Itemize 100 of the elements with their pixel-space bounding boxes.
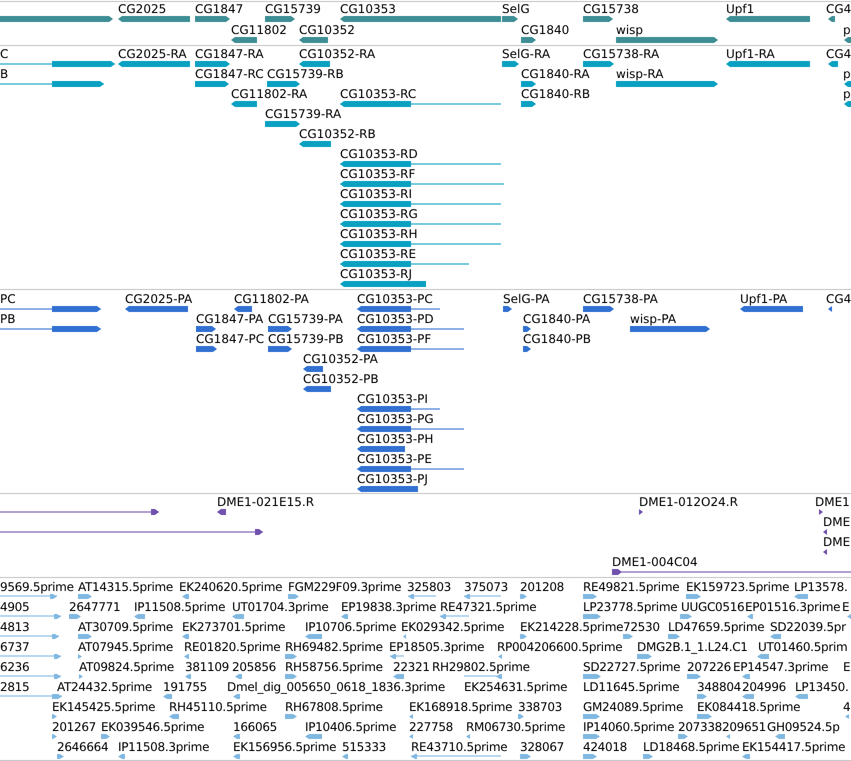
protein-arrow[interactable] bbox=[503, 306, 512, 312]
est-arrow[interactable] bbox=[847, 614, 851, 619]
est-arrow[interactable] bbox=[498, 654, 502, 659]
est-arrow[interactable] bbox=[118, 754, 125, 759]
est-arrow[interactable] bbox=[285, 714, 297, 719]
gene-arrow[interactable] bbox=[521, 37, 536, 43]
est-arrow[interactable] bbox=[770, 634, 781, 639]
protein-arrow[interactable] bbox=[303, 386, 331, 392]
est-arrow[interactable] bbox=[233, 694, 240, 699]
gene-arrow[interactable] bbox=[502, 16, 518, 22]
clone-end-arrow[interactable] bbox=[823, 549, 827, 555]
est-arrow[interactable] bbox=[134, 614, 145, 619]
est-arrow[interactable] bbox=[403, 634, 406, 639]
est-arrow[interactable] bbox=[185, 674, 191, 679]
est-arrow[interactable] bbox=[233, 734, 240, 739]
gene-arrow[interactable] bbox=[299, 37, 328, 43]
est-arrow[interactable] bbox=[678, 734, 688, 739]
transcript-arrow[interactable] bbox=[521, 81, 536, 87]
transcript-arrow[interactable] bbox=[231, 101, 257, 107]
est-arrow[interactable] bbox=[680, 614, 692, 619]
est-arrow[interactable] bbox=[742, 694, 754, 699]
est-arrow[interactable] bbox=[726, 734, 730, 739]
protein-arrow[interactable] bbox=[268, 326, 292, 332]
est-arrow[interactable] bbox=[697, 714, 712, 719]
est-arrow[interactable] bbox=[409, 734, 413, 739]
est-arrow[interactable] bbox=[742, 754, 750, 759]
est-arrow[interactable] bbox=[637, 654, 652, 659]
est-arrow[interactable] bbox=[520, 634, 527, 639]
est-arrow[interactable] bbox=[52, 734, 57, 739]
est-arrow[interactable] bbox=[288, 594, 299, 599]
protein-arrow[interactable] bbox=[234, 306, 252, 312]
est-arrow[interactable] bbox=[342, 754, 348, 759]
est-arrow[interactable] bbox=[757, 654, 769, 659]
transcript-arrow[interactable] bbox=[583, 61, 614, 67]
est-arrow[interactable] bbox=[163, 694, 172, 699]
gene-arrow[interactable] bbox=[583, 16, 613, 22]
est-arrow[interactable] bbox=[305, 634, 322, 639]
est-arrow[interactable] bbox=[285, 674, 297, 679]
transcript-arrow[interactable] bbox=[195, 81, 229, 87]
est-arrow[interactable] bbox=[285, 654, 297, 659]
est-arrow[interactable] bbox=[182, 634, 189, 639]
est-arrow[interactable] bbox=[742, 674, 750, 679]
est-arrow[interactable] bbox=[393, 674, 404, 679]
clone-end-arrow[interactable] bbox=[217, 509, 226, 515]
est-arrow[interactable] bbox=[623, 634, 633, 639]
protein-arrow[interactable] bbox=[583, 306, 614, 312]
protein-arrow[interactable] bbox=[196, 346, 217, 352]
protein-arrow[interactable] bbox=[828, 306, 832, 312]
protein-arrow[interactable] bbox=[125, 306, 188, 312]
est-arrow[interactable] bbox=[697, 694, 707, 699]
est-arrow[interactable] bbox=[184, 654, 189, 659]
protein-arrow[interactable] bbox=[357, 486, 418, 492]
gene-arrow[interactable] bbox=[265, 16, 295, 22]
est-arrow[interactable] bbox=[101, 734, 110, 739]
est-arrow[interactable] bbox=[409, 714, 413, 719]
transcript-arrow[interactable] bbox=[844, 101, 851, 107]
est-arrow[interactable] bbox=[169, 714, 179, 719]
est-arrow[interactable] bbox=[583, 674, 601, 679]
est-arrow[interactable] bbox=[52, 714, 57, 719]
est-arrow[interactable] bbox=[57, 754, 64, 759]
gene-arrow[interactable] bbox=[828, 16, 835, 22]
est-arrow[interactable] bbox=[232, 614, 244, 619]
est-arrow[interactable] bbox=[520, 754, 531, 759]
est-arrow[interactable] bbox=[79, 674, 83, 679]
est-arrow[interactable] bbox=[686, 594, 701, 599]
protein-arrow[interactable] bbox=[523, 346, 531, 352]
protein-arrow[interactable] bbox=[303, 366, 323, 372]
est-arrow[interactable] bbox=[583, 594, 597, 599]
clone-end-arrow[interactable] bbox=[639, 509, 643, 515]
transcript-arrow[interactable] bbox=[828, 61, 838, 67]
est-arrow[interactable] bbox=[795, 694, 808, 699]
est-arrow[interactable] bbox=[341, 614, 348, 619]
protein-arrow[interactable] bbox=[740, 306, 803, 312]
est-arrow[interactable] bbox=[78, 654, 82, 659]
gene-arrow[interactable] bbox=[231, 37, 257, 43]
est-arrow[interactable] bbox=[78, 594, 92, 599]
est-arrow[interactable] bbox=[466, 734, 470, 739]
est-arrow[interactable] bbox=[845, 714, 849, 719]
est-arrow[interactable] bbox=[233, 754, 240, 759]
transcript-arrow[interactable] bbox=[267, 81, 300, 87]
est-arrow[interactable] bbox=[643, 754, 653, 759]
est-arrow[interactable] bbox=[794, 594, 808, 599]
est-arrow[interactable] bbox=[747, 614, 753, 619]
gene-arrow[interactable] bbox=[195, 16, 230, 22]
transcript-arrow[interactable] bbox=[265, 121, 300, 127]
protein-arrow[interactable] bbox=[196, 326, 216, 332]
transcript-arrow[interactable] bbox=[502, 61, 519, 67]
est-arrow[interactable] bbox=[583, 734, 600, 739]
est-arrow[interactable] bbox=[687, 674, 701, 679]
transcript-arrow[interactable] bbox=[195, 61, 230, 67]
transcript-arrow[interactable] bbox=[299, 61, 330, 67]
est-arrow[interactable] bbox=[583, 714, 600, 719]
gene-arrow[interactable] bbox=[844, 37, 851, 43]
transcript-arrow[interactable] bbox=[299, 141, 331, 147]
est-arrow[interactable] bbox=[78, 634, 92, 639]
est-arrow[interactable] bbox=[69, 614, 81, 619]
clone-end-arrow[interactable] bbox=[823, 529, 827, 535]
est-arrow[interactable] bbox=[520, 594, 527, 599]
transcript-arrow[interactable] bbox=[844, 81, 851, 87]
est-arrow[interactable] bbox=[583, 754, 597, 759]
